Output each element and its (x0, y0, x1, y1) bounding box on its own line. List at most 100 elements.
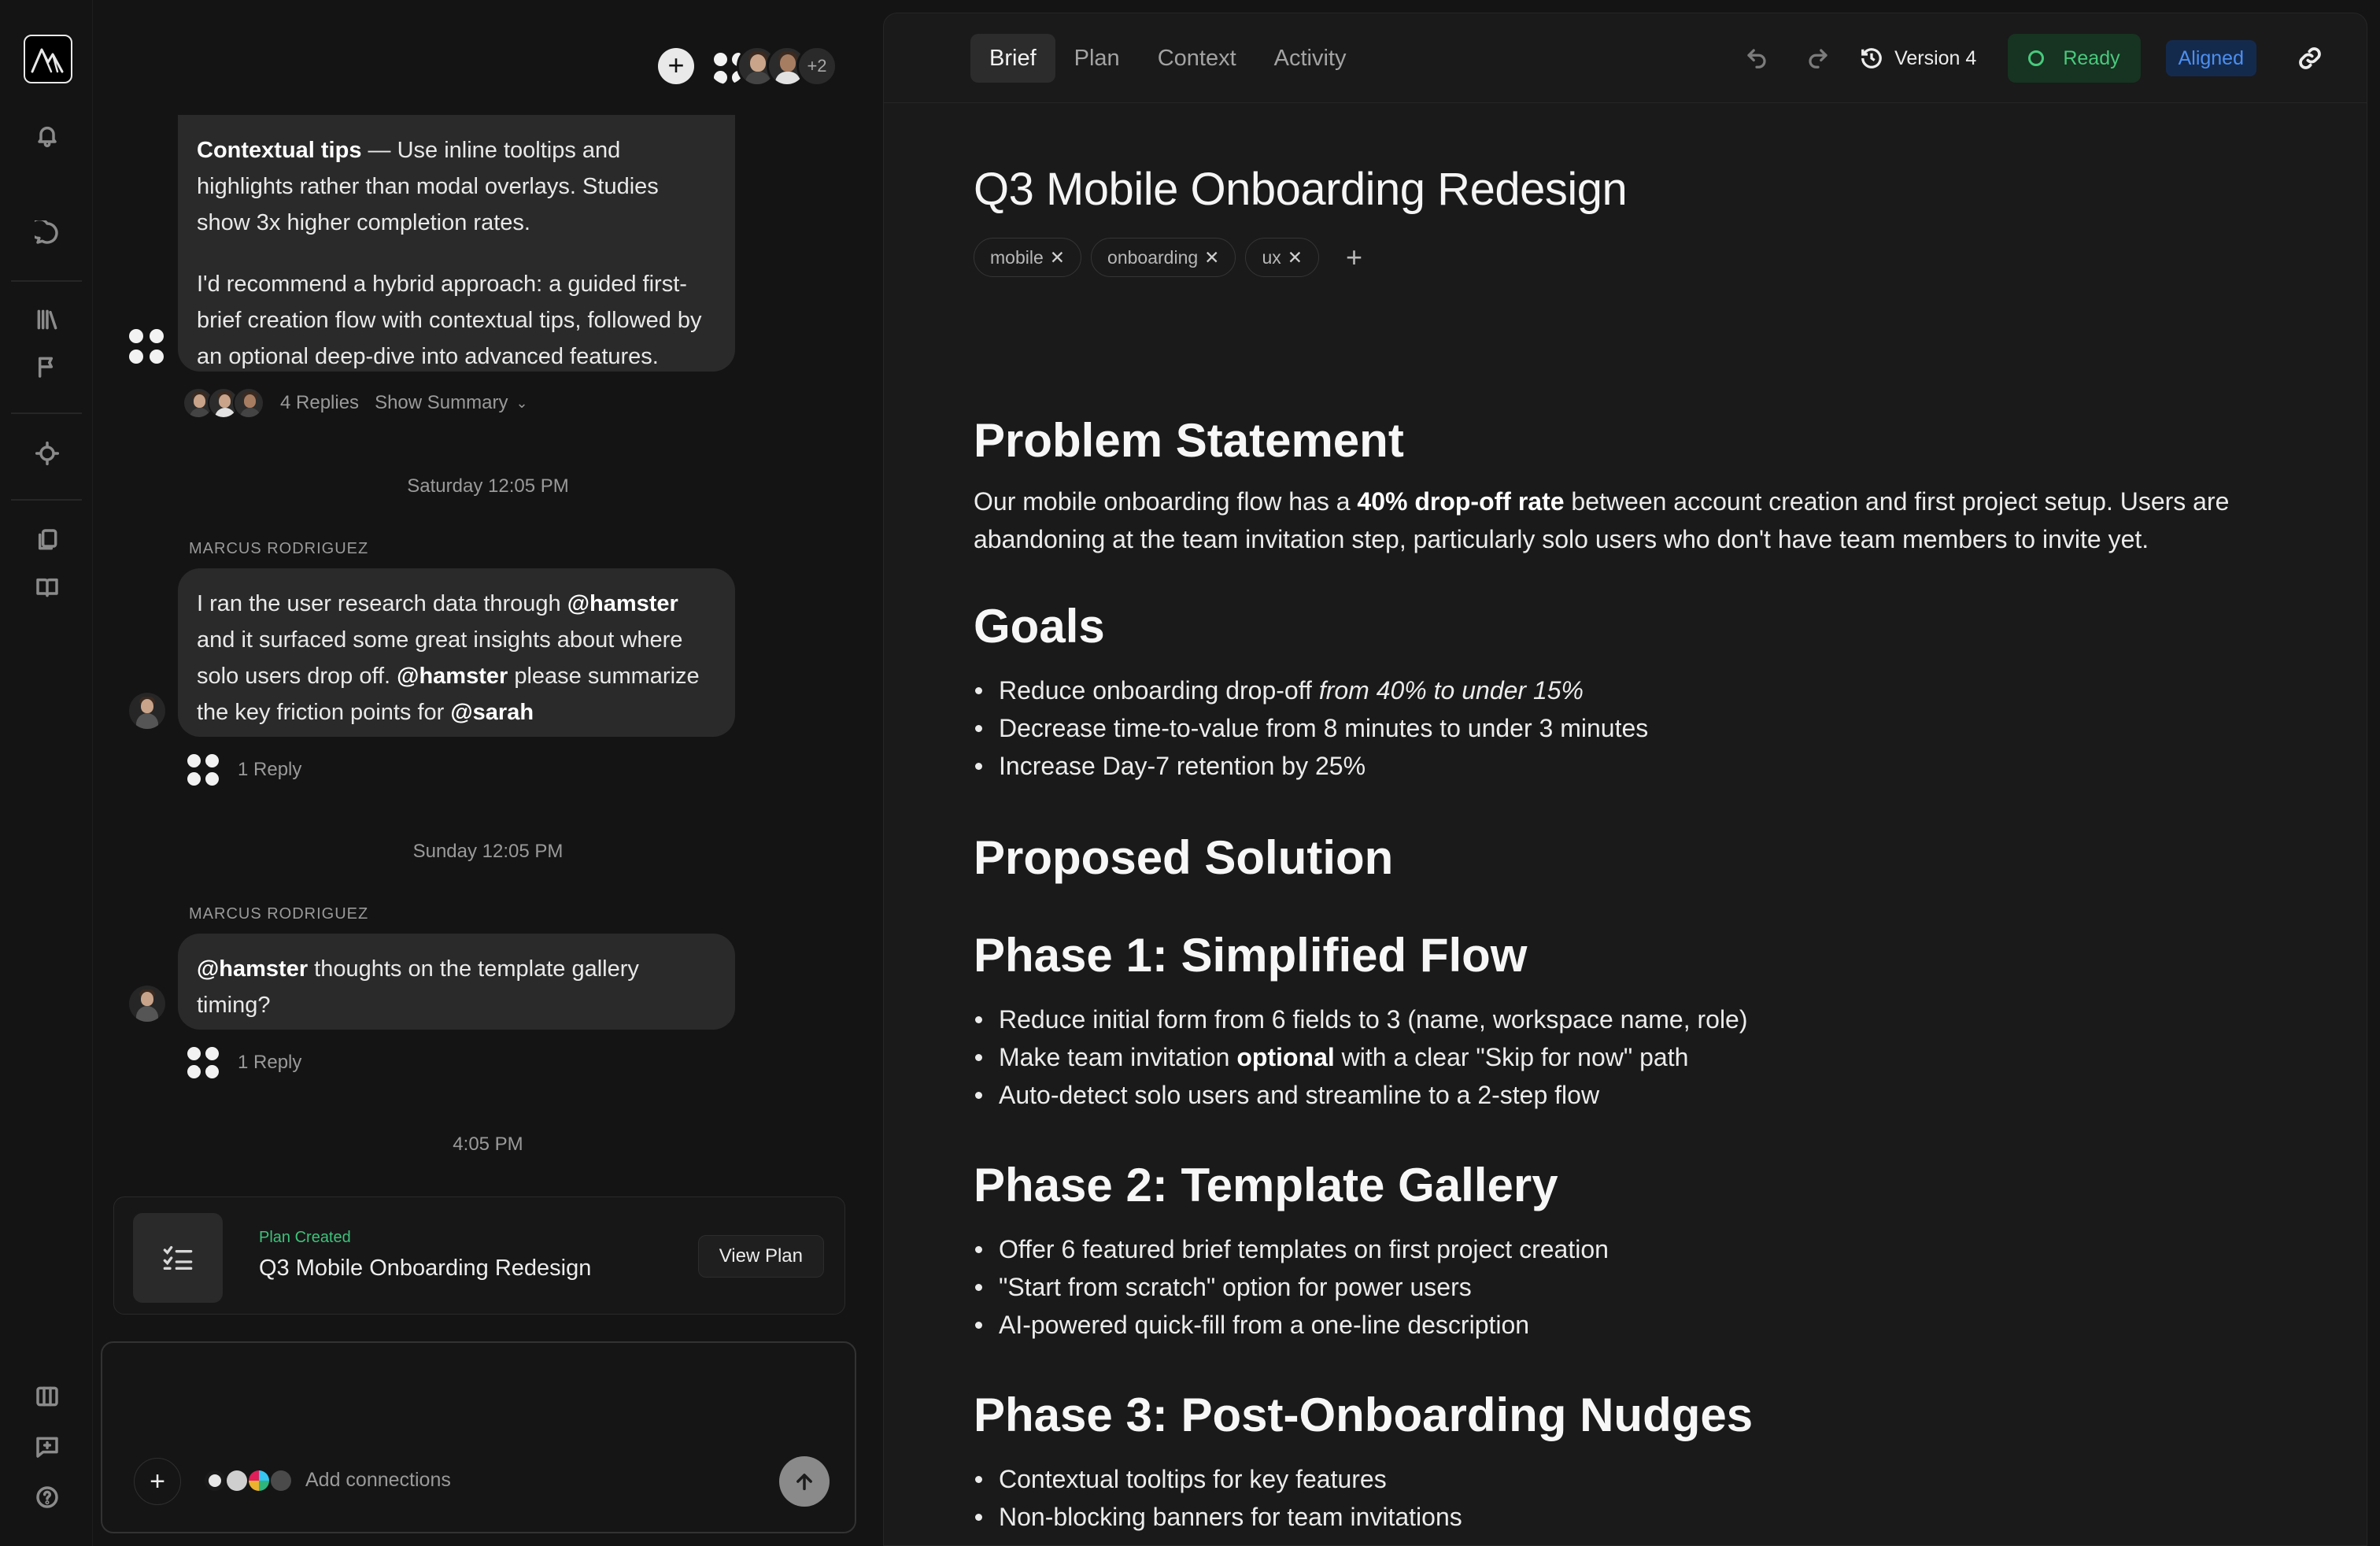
tab-activity[interactable]: Activity (1255, 34, 1366, 83)
thread-meta: 1 Reply (187, 754, 301, 786)
flag-icon[interactable] (30, 350, 65, 384)
tag-label: mobile (990, 247, 1044, 268)
phase3-list: Contextual tooltips for key features Non… (975, 1460, 1462, 1536)
status-dot-icon (2028, 50, 2045, 66)
chat-panel: + +2 Contextual tips — Use inline toolti… (93, 0, 883, 1546)
status-label: Ready (2063, 46, 2120, 69)
help-icon[interactable] (30, 1480, 65, 1515)
mention[interactable]: @hamster (567, 591, 678, 616)
attach-button[interactable]: + (134, 1458, 181, 1505)
brief-document-panel: Brief Plan Context Activity Version 4 Re… (883, 13, 2367, 1546)
mention[interactable]: @sarah (450, 700, 534, 725)
checklist-icon (133, 1213, 223, 1303)
problem-paragraph: Our mobile onboarding flow has a 40% dro… (974, 487, 2230, 553)
list-item: Offer 6 featured brief templates on firs… (975, 1230, 1609, 1268)
tag-list: mobile ✕ onboarding ✕ ux ✕ + (974, 238, 2296, 277)
linear-icon (227, 1470, 247, 1491)
message-text: I'd recommend a hybrid approach: a guide… (197, 272, 702, 369)
list-item: Make team invitation optional with a cle… (975, 1038, 1748, 1076)
version-button[interactable]: Version 4 (1860, 46, 1976, 70)
slack-icon (249, 1470, 269, 1491)
close-icon[interactable]: ✕ (1050, 247, 1065, 268)
section-heading: Phase 1: Simplified Flow (974, 929, 1528, 982)
copy-docs-icon[interactable] (30, 523, 65, 557)
plan-created-card[interactable]: Plan Created Q3 Mobile Onboarding Redesi… (113, 1196, 845, 1315)
plan-kicker: Plan Created (259, 1229, 351, 1246)
app-logo[interactable] (24, 35, 72, 83)
mention[interactable]: @hamster (197, 956, 308, 982)
page-title[interactable]: Q3 Mobile Onboarding Redesign (974, 163, 2296, 216)
list-item: Auto-detect solo users and streamline to… (975, 1076, 1748, 1114)
message-bold: Contextual tips (197, 138, 362, 163)
sender-name: MARCUS RODRIGUEZ (189, 540, 369, 557)
tag-chip[interactable]: ux ✕ (1245, 238, 1320, 277)
phase2-list: Offer 6 featured brief templates on firs… (975, 1230, 1609, 1344)
assistant-avatar (187, 754, 219, 786)
list-item: Reduce onboarding drop-off from 40% to u… (974, 671, 1648, 709)
tag-chip[interactable]: mobile ✕ (974, 238, 1082, 277)
panel-columns-icon[interactable] (30, 1379, 65, 1414)
tag-label: onboarding (1107, 247, 1199, 268)
undo-icon[interactable] (1739, 40, 1775, 76)
crosshair-icon[interactable] (30, 436, 65, 471)
section-heading: Phase 3: Post-Onboarding Nudges (974, 1389, 1754, 1441)
date-divider: Saturday 12:05 PM (407, 475, 569, 497)
message-text: I ran the user research data through (197, 591, 567, 616)
connection-icons[interactable] (205, 1470, 293, 1491)
section-heading: Proposed Solution (974, 831, 1394, 884)
tab-plan[interactable]: Plan (1055, 34, 1139, 83)
list-item: AI-powered quick-fill from a one-line de… (975, 1306, 1609, 1344)
collaborator-avatars[interactable]: +2 (707, 46, 837, 87)
document-actions: Version 4 Ready Aligned (1713, 34, 2327, 83)
reply-avatars (183, 387, 264, 419)
assistant-avatar (187, 1047, 219, 1078)
redo-icon[interactable] (1800, 40, 1836, 76)
avatar (129, 693, 165, 729)
phase1-list: Reduce initial form from 6 fields to 3 (… (975, 1000, 1748, 1114)
version-label: Version 4 (1894, 46, 1977, 69)
avatar (233, 387, 264, 419)
document-tabs: Brief Plan Context Activity (970, 34, 1365, 83)
book-icon[interactable] (30, 570, 65, 605)
bell-icon[interactable] (30, 118, 65, 153)
add-tag-button[interactable]: + (1346, 243, 1362, 272)
link-icon[interactable] (2293, 41, 2327, 76)
close-icon[interactable]: ✕ (1288, 247, 1303, 268)
tab-brief[interactable]: Brief (970, 34, 1055, 83)
more-collaborators-count: +2 (796, 46, 837, 87)
mention[interactable]: @hamster (397, 664, 508, 689)
message-composer[interactable]: + Add connections (101, 1341, 856, 1533)
history-icon (1861, 48, 1882, 68)
list-item: Increase Day-7 retention by 25% (974, 747, 1648, 785)
sender-name: MARCUS RODRIGUEZ (189, 905, 369, 923)
replies-link[interactable]: 4 Replies (280, 392, 359, 414)
list-item: Contextual tooltips for key features (975, 1460, 1462, 1498)
chevron-down-icon[interactable]: ⌄ (516, 395, 527, 412)
close-icon[interactable]: ✕ (1204, 247, 1219, 268)
assistant-message: Contextual tips — Use inline tooltips an… (178, 115, 735, 372)
feedback-icon[interactable] (30, 1429, 65, 1464)
section-heading: Problem Statement (974, 414, 1404, 467)
document-body: Q3 Mobile Onboarding Redesign mobile ✕ on… (974, 163, 2296, 1531)
status-badge[interactable]: Ready (2008, 34, 2141, 83)
thread-meta: 4 Replies Show Summary ⌄ (183, 387, 528, 419)
tag-chip[interactable]: onboarding ✕ (1091, 238, 1236, 277)
add-connections-label[interactable]: Add connections (305, 1469, 451, 1492)
send-button[interactable] (779, 1456, 830, 1507)
alignment-badge[interactable]: Aligned (2165, 40, 2256, 76)
replies-link[interactable]: 1 Reply (238, 759, 301, 781)
library-icon[interactable] (30, 302, 65, 337)
view-plan-button[interactable]: View Plan (697, 1235, 824, 1278)
section-heading: Goals (974, 600, 1105, 653)
thread-meta: 1 Reply (187, 1047, 301, 1078)
replies-link[interactable]: 1 Reply (238, 1052, 301, 1074)
document-toolbar: Brief Plan Context Activity Version 4 Re… (884, 13, 2367, 103)
add-collaborator-button[interactable]: + (658, 48, 694, 84)
tab-context[interactable]: Context (1139, 34, 1255, 83)
list-item: "Start from scratch" option for power us… (975, 1268, 1609, 1306)
show-summary-button[interactable]: Show Summary (375, 392, 508, 414)
chat-bubble-icon[interactable] (30, 216, 65, 250)
plan-title: Q3 Mobile Onboarding Redesign (259, 1256, 592, 1281)
date-divider: 4:05 PM (453, 1134, 523, 1155)
avatar (129, 986, 165, 1022)
